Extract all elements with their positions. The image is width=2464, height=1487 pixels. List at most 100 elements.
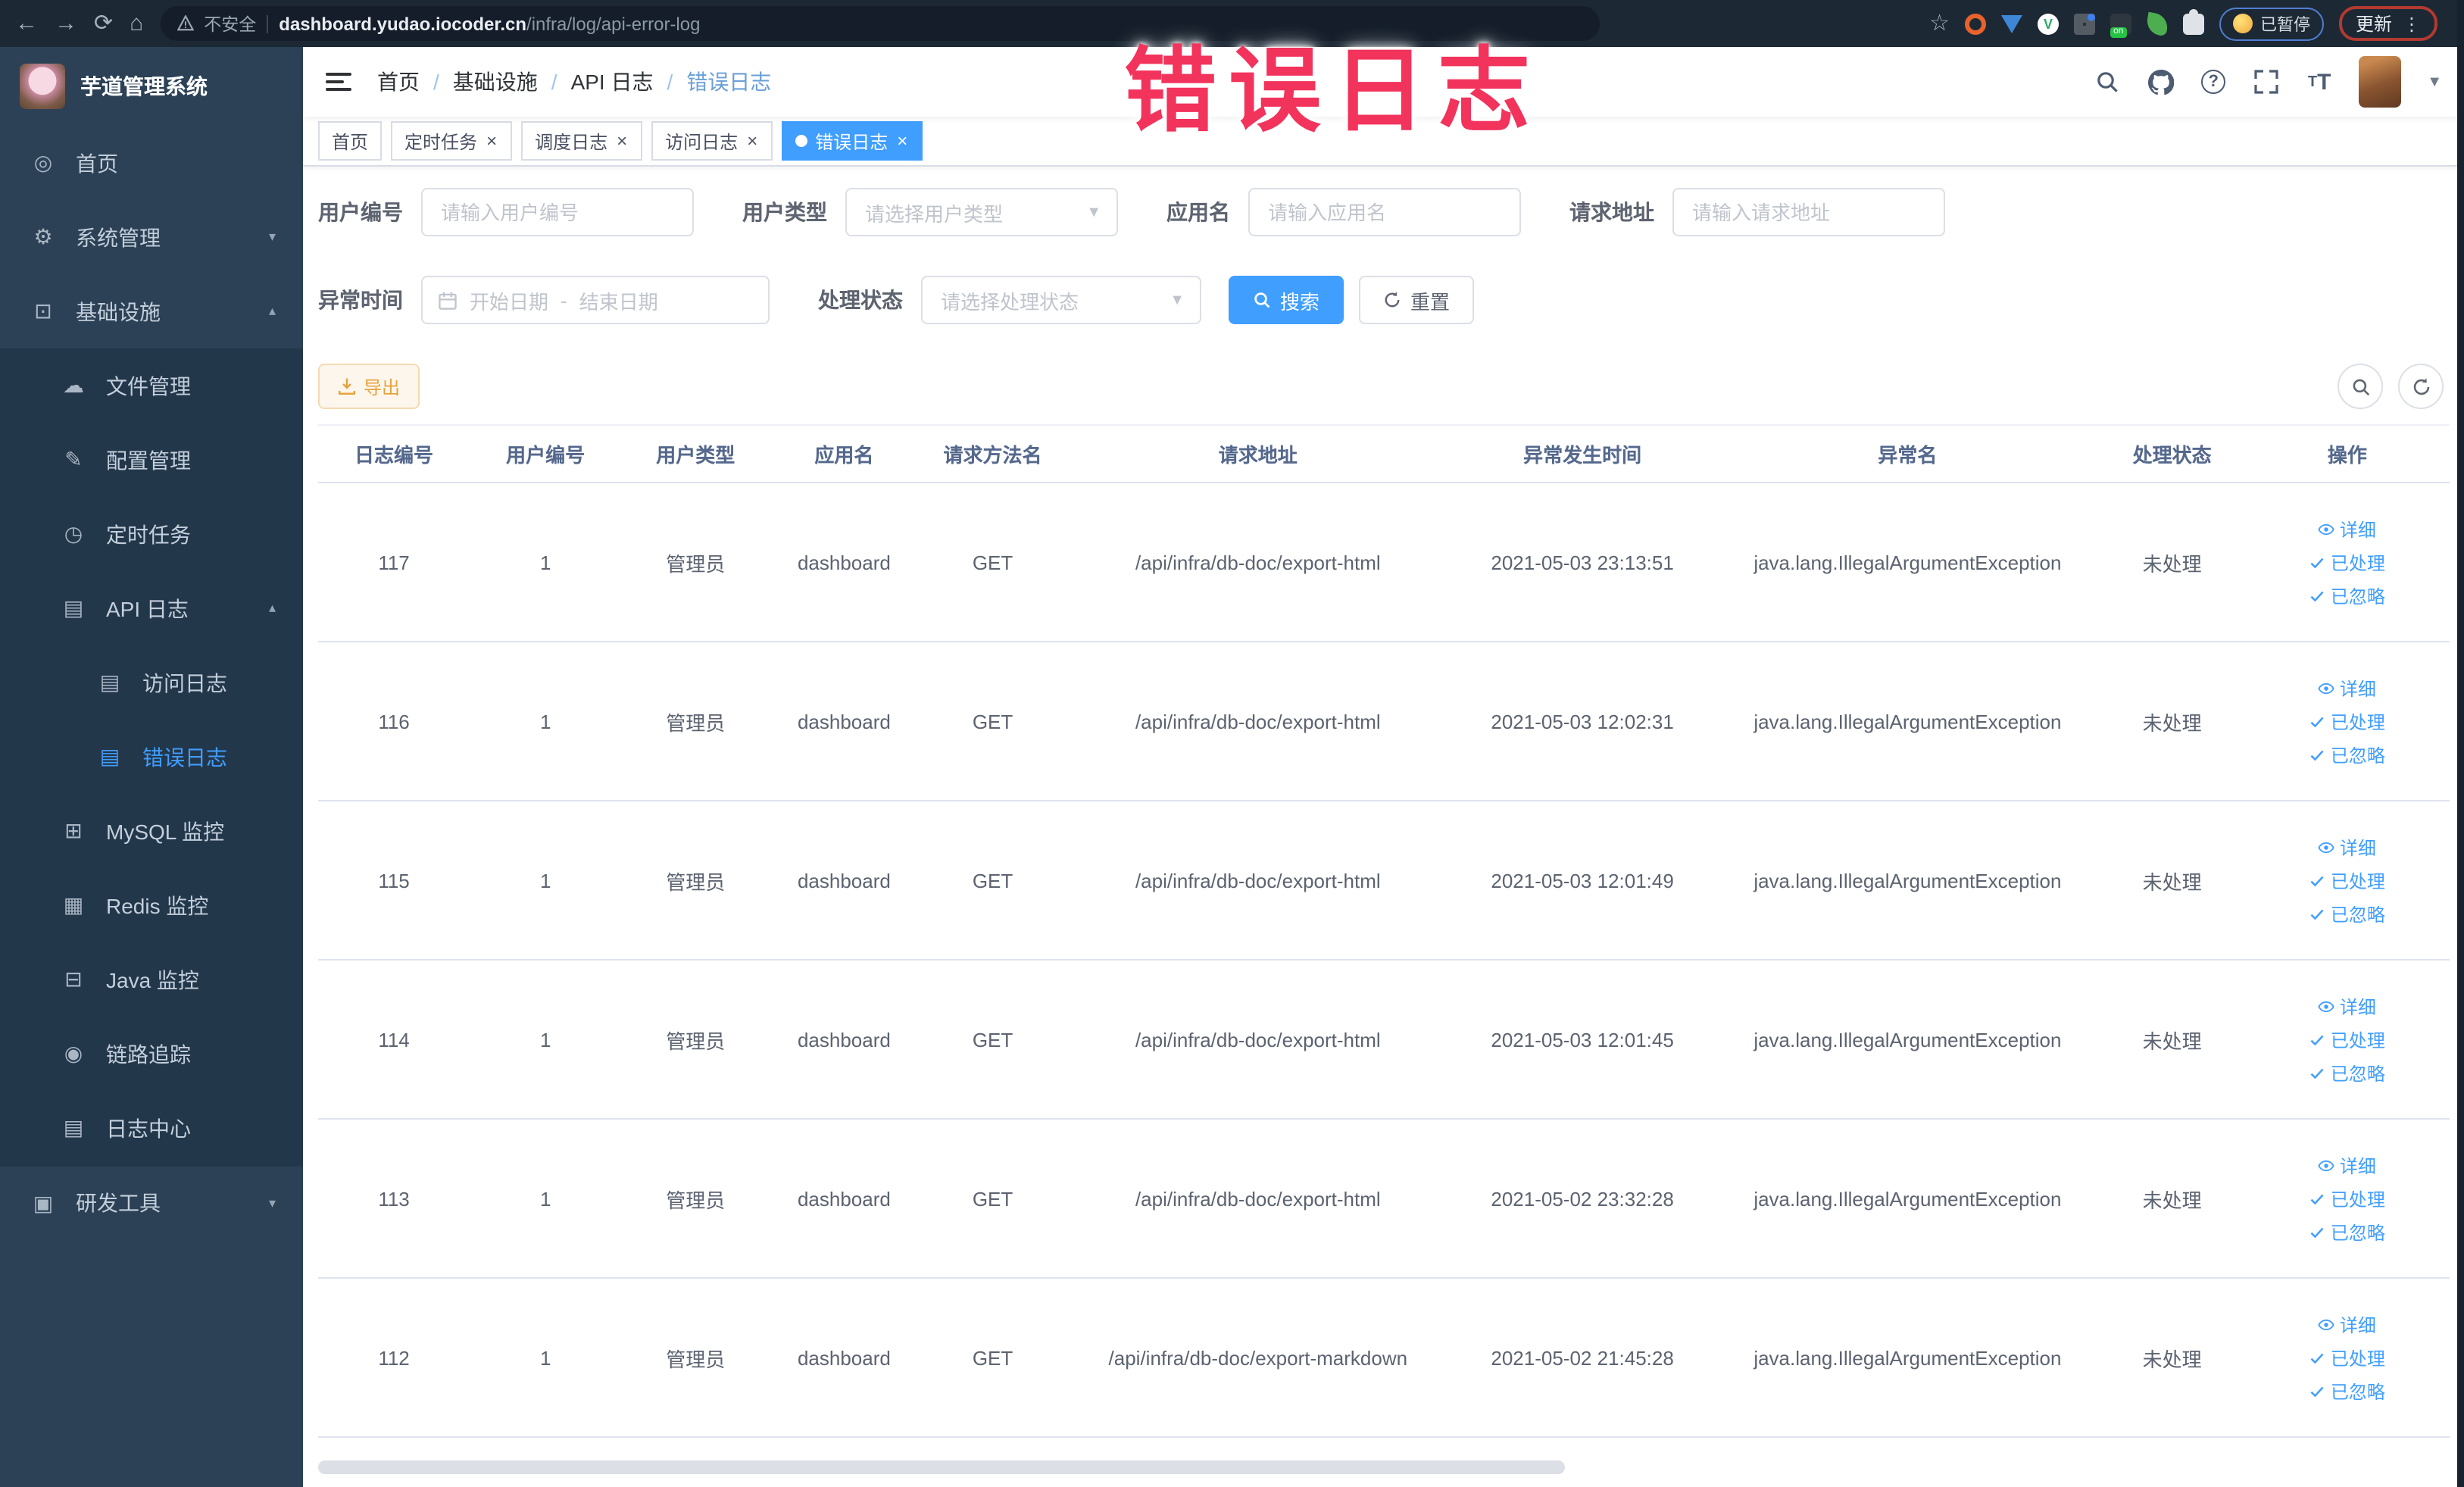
- horizontal-scrollbar[interactable]: [318, 1460, 1565, 1474]
- refresh-table-button[interactable]: [2398, 364, 2444, 409]
- sidebar-item-java[interactable]: ⊟ Java 监控: [0, 942, 303, 1017]
- sidebar-item-mysql[interactable]: ⊞ MySQL 监控: [0, 794, 303, 868]
- tab[interactable]: 调度日志 ×: [521, 121, 643, 161]
- column-header: 请求地址: [1066, 424, 1449, 483]
- font-size-icon[interactable]: TT: [2306, 68, 2333, 95]
- date-range-picker[interactable]: 开始日期 - 结束日期: [421, 276, 770, 324]
- cell-log-id: 114: [318, 960, 470, 1120]
- action-已忽略[interactable]: 已忽略: [2309, 1219, 2385, 1245]
- column-header: 异常名: [1716, 424, 2100, 483]
- action-详细[interactable]: 详细: [2319, 834, 2376, 860]
- sidebar-item-redis[interactable]: ▦ Redis 监控: [0, 868, 303, 942]
- action-已处理[interactable]: 已处理: [2309, 1026, 2385, 1052]
- action-已处理[interactable]: 已处理: [2309, 1345, 2385, 1370]
- extension-on-icon[interactable]: [2110, 13, 2131, 37]
- cell-status: 未处理: [2099, 483, 2245, 642]
- paused-badge[interactable]: 已暂停: [2219, 7, 2324, 40]
- action-详细[interactable]: 详细: [2319, 1311, 2376, 1337]
- browser-menu-icon[interactable]: ⋮: [2403, 13, 2421, 34]
- breadcrumb-item[interactable]: 首页: [377, 67, 420, 97]
- security-label[interactable]: 不安全: [204, 11, 256, 36]
- sidebar-item-gear[interactable]: ⚙ 系统管理 ▾: [0, 200, 303, 274]
- toggle-search-button[interactable]: [2338, 364, 2383, 409]
- sidebar-item-edit[interactable]: ✎ 配置管理: [0, 423, 303, 497]
- app-name-label: 应用名: [1166, 200, 1230, 224]
- sidebar-item-doc[interactable]: ▤ 访问日志: [0, 645, 303, 720]
- cell-user-type: 管理员: [621, 642, 770, 801]
- tab[interactable]: 定时任务 ×: [391, 121, 513, 161]
- user-type-label: 用户类型: [742, 200, 827, 224]
- reload-icon[interactable]: ⟳: [94, 12, 113, 35]
- action-已处理[interactable]: 已处理: [2309, 867, 2385, 893]
- sidebar-item-doc[interactable]: ▤ 日志中心: [0, 1091, 303, 1165]
- tab[interactable]: 首页: [318, 121, 383, 161]
- extension-orange-icon[interactable]: [1964, 13, 1986, 34]
- back-icon[interactable]: ←: [15, 12, 38, 35]
- doc-icon: ▤: [63, 1115, 84, 1139]
- breadcrumb-item[interactable]: 基础设施: [453, 67, 538, 97]
- action-详细[interactable]: 详细: [2319, 993, 2376, 1019]
- github-icon[interactable]: [2147, 68, 2174, 95]
- bookmark-star-icon[interactable]: ☆: [1929, 12, 1950, 35]
- sidebar-item-monitor[interactable]: ⊡ 基础设施 ▴: [0, 274, 303, 348]
- update-button[interactable]: 更新 ⋮: [2338, 6, 2437, 41]
- action-已忽略[interactable]: 已忽略: [2309, 901, 2385, 926]
- action-已处理[interactable]: 已处理: [2309, 708, 2385, 734]
- process-status-select[interactable]: 请选择处理状态 ▼: [921, 276, 1201, 324]
- fullscreen-icon[interactable]: [2253, 68, 2280, 95]
- breadcrumb: 首页 / 基础设施 / API 日志 / 错误日志: [377, 67, 771, 97]
- app-name-input[interactable]: [1250, 189, 1519, 235]
- table-body: 117 1 管理员 dashboard GET /api/infra/db-do…: [318, 483, 2450, 1438]
- action-已忽略[interactable]: 已忽略: [2309, 742, 2385, 767]
- chevron-down-icon[interactable]: ▼: [2427, 73, 2442, 90]
- close-icon[interactable]: ×: [745, 130, 759, 152]
- extension-leaf-icon[interactable]: [2144, 11, 2170, 36]
- close-icon[interactable]: ×: [615, 130, 629, 152]
- sidebar-item-doc[interactable]: ▤ 错误日志: [0, 720, 303, 794]
- extension-shield-icon[interactable]: [2000, 14, 2022, 33]
- sidebar-item-doc[interactable]: ▤ API 日志 ▴: [0, 571, 303, 645]
- tab[interactable]: 访问日志 ×: [651, 121, 773, 161]
- search-button[interactable]: 搜索: [1229, 276, 1344, 324]
- sidebar-item-cloud[interactable]: ☁ 文件管理: [0, 348, 303, 423]
- sidebar-item-clock[interactable]: ◷ 定时任务: [0, 497, 303, 571]
- close-icon[interactable]: ×: [895, 130, 909, 152]
- help-icon[interactable]: ?: [2200, 68, 2227, 95]
- screen: ← → ⟳ ⌂ 不安全 dashboard.yudao.iocoder.cn/i…: [0, 0, 2464, 1487]
- reset-button[interactable]: 重置: [1359, 276, 1475, 324]
- cell-log-id: 117: [318, 483, 470, 642]
- sidebar-item-dashboard[interactable]: ◎ 首页: [0, 126, 303, 200]
- sidebar-item-eye[interactable]: ◉ 链路追踪: [0, 1017, 303, 1091]
- action-已处理[interactable]: 已处理: [2309, 1186, 2385, 1211]
- hamburger-icon[interactable]: [326, 73, 351, 91]
- column-header: 用户类型: [621, 424, 770, 483]
- user-id-input[interactable]: [423, 189, 692, 235]
- close-icon[interactable]: ×: [485, 130, 498, 152]
- forward-icon[interactable]: →: [55, 12, 77, 35]
- app-logo[interactable]: 芋道管理系统: [0, 47, 303, 126]
- user-type-select[interactable]: 请选择用户类型 ▼: [845, 188, 1118, 236]
- action-已忽略[interactable]: 已忽略: [2309, 1378, 2385, 1404]
- tab[interactable]: 错误日志 ×: [782, 121, 923, 161]
- breadcrumb-item[interactable]: API 日志: [571, 67, 654, 97]
- action-详细[interactable]: 详细: [2319, 675, 2376, 701]
- sidebar-item-toolbox[interactable]: ▣ 研发工具 ▾: [0, 1165, 303, 1239]
- action-详细[interactable]: 详细: [2319, 1152, 2376, 1178]
- extensions-puzzle-icon[interactable]: [2182, 8, 2204, 34]
- vue-devtools-icon[interactable]: V: [2037, 13, 2059, 34]
- chevron-icon: ▾: [268, 229, 276, 244]
- extension-grid-icon[interactable]: [2073, 13, 2095, 34]
- action-已忽略[interactable]: 已忽略: [2309, 583, 2385, 608]
- cell-request-url: /api/infra/db-doc/export-html: [1066, 483, 1449, 642]
- request-url-input[interactable]: [1674, 189, 1944, 235]
- column-header: 异常发生时间: [1448, 424, 1716, 483]
- action-已忽略[interactable]: 已忽略: [2309, 1060, 2385, 1086]
- action-已处理[interactable]: 已处理: [2309, 549, 2385, 575]
- home-icon[interactable]: ⌂: [130, 12, 143, 35]
- action-详细[interactable]: 详细: [2319, 516, 2376, 542]
- search-icon[interactable]: [2094, 68, 2121, 95]
- avatar[interactable]: [2359, 56, 2402, 108]
- cell-exception-name: java.lang.IllegalArgumentException: [1716, 642, 2100, 801]
- url-host: dashboard.yudao.iocoder.cn: [279, 13, 527, 34]
- export-button[interactable]: 导出: [318, 364, 420, 409]
